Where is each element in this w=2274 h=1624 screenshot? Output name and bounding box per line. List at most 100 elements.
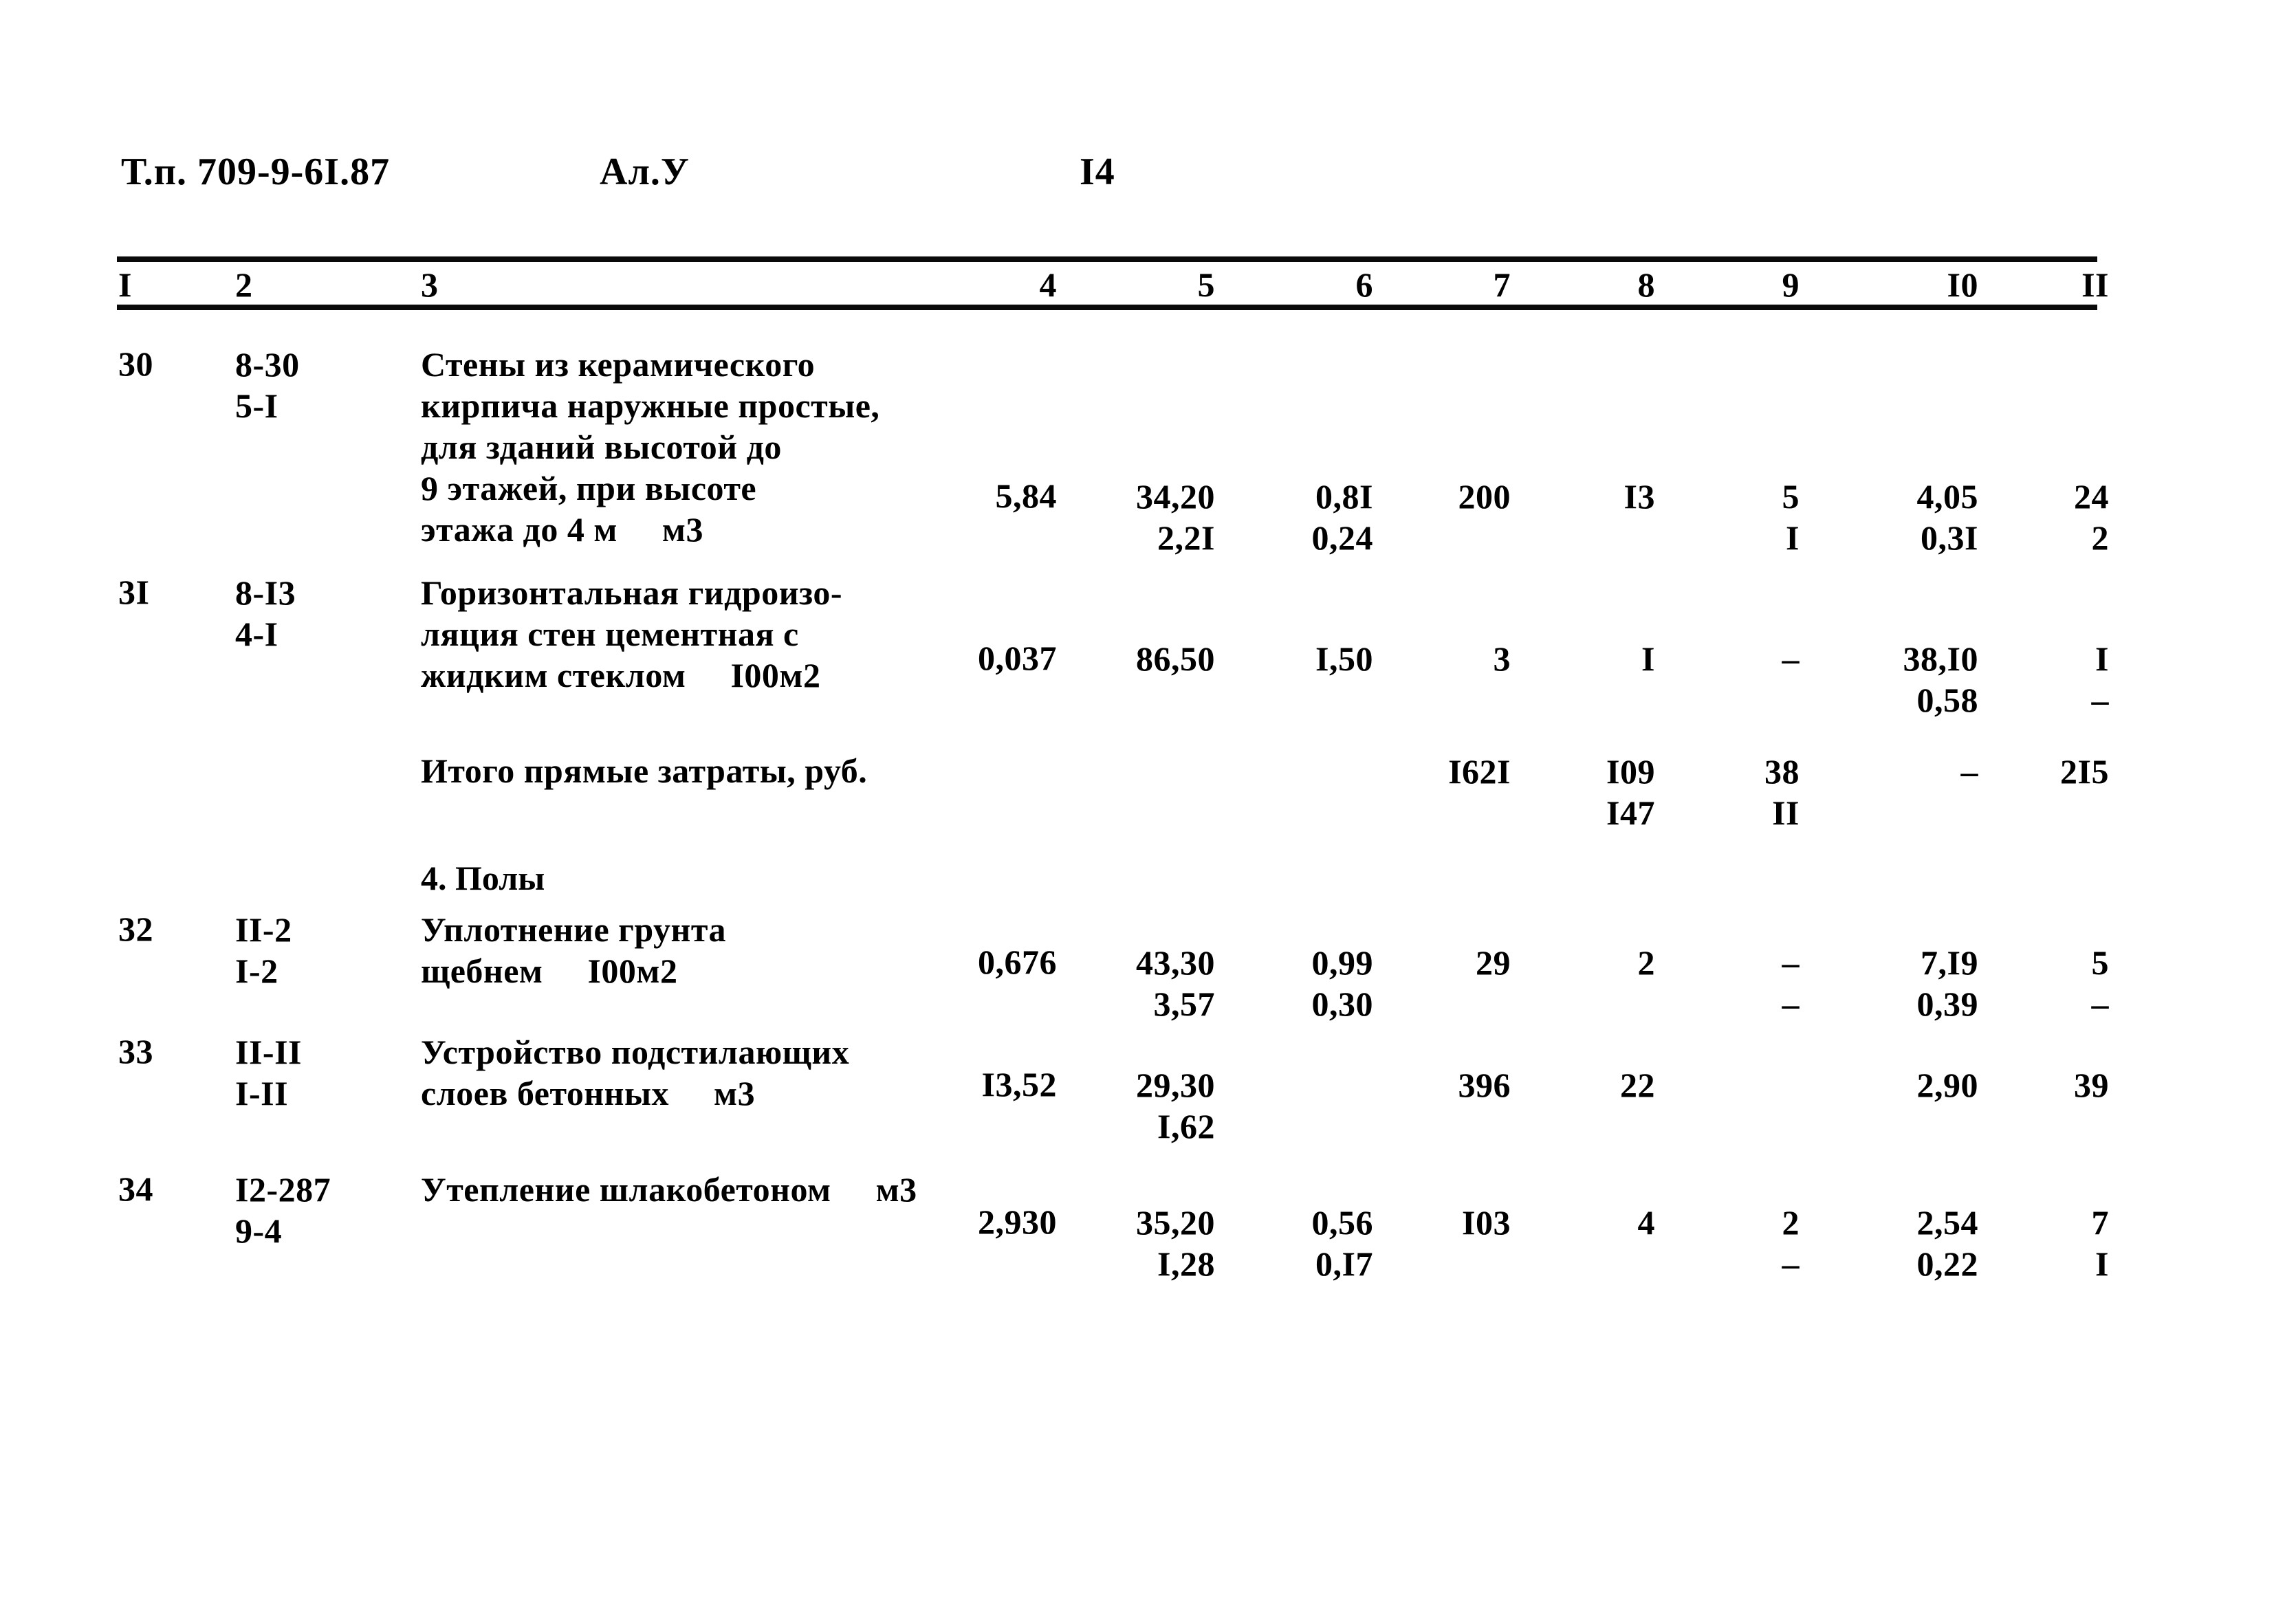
column-header-3: 3 bbox=[421, 265, 439, 304]
row-col7-value: 200 bbox=[1458, 476, 1511, 517]
row-col11-value: 39 bbox=[2074, 1064, 2109, 1106]
row-col5-value-secondary: 3,57 bbox=[1153, 985, 1215, 1023]
row-norm-code-top: II-II bbox=[235, 1033, 302, 1071]
row-col9-value-primary: – bbox=[1782, 639, 1800, 678]
row-col5-value-secondary: I,62 bbox=[1157, 1107, 1215, 1145]
row-col9-value: 5I bbox=[1782, 476, 1800, 558]
row-col9-value-primary: 5 bbox=[1782, 477, 1800, 516]
row-col6-value bbox=[1364, 1064, 1373, 1106]
row-col8-value: 22 bbox=[1620, 1064, 1655, 1106]
document-code: Т.п. 709-9-6I.87 bbox=[121, 151, 391, 193]
row-col9-value: – – bbox=[1782, 942, 1800, 1024]
row-col10-value-secondary: 0,39 bbox=[1916, 985, 1978, 1023]
row-col11-value-secondary: – bbox=[2091, 681, 2109, 719]
row-col10-value: 7,I9 0,39 bbox=[1917, 942, 1979, 1024]
row-col10-value: 38,I0 0,58 bbox=[1903, 638, 1978, 721]
row-col11-value-primary: 5 bbox=[2091, 943, 2109, 982]
row-col8-value-primary: I bbox=[1641, 639, 1655, 678]
row-col11-value-primary: I bbox=[2095, 639, 2109, 678]
column-header-9: 9 bbox=[1782, 265, 1800, 304]
row-norm-code-bottom: I-2 bbox=[235, 952, 278, 990]
row-description-line: для зданий высотой до bbox=[421, 428, 782, 466]
row-col5-value-primary: 34,20 bbox=[1136, 477, 1215, 516]
row-col8-value-primary: 22 bbox=[1620, 1066, 1655, 1104]
row-col9-value-secondary: II bbox=[1772, 793, 1800, 832]
row-col9-value-secondary: I bbox=[1786, 518, 1800, 557]
row-col10-value-secondary: 0,3I bbox=[1921, 518, 1978, 557]
column-header-10: I0 bbox=[1947, 265, 1978, 304]
row-col5-value-primary: 43,30 bbox=[1136, 943, 1215, 982]
row-unit: м3 bbox=[669, 1074, 756, 1112]
row-col7-value: 396 bbox=[1458, 1064, 1511, 1106]
row-norm-code-top: 8-30 bbox=[235, 345, 300, 384]
row-col10-value: 4,05 0,3I bbox=[1917, 476, 1979, 558]
row-col7-value: I62I bbox=[1448, 751, 1511, 792]
row-col7-value-primary: I62I bbox=[1448, 752, 1511, 791]
row-col5-value: 29,30 I,62 bbox=[1136, 1064, 1215, 1147]
row-quantity: I3,52 bbox=[981, 1065, 1057, 1104]
row-col6-value-secondary: 0,24 bbox=[1311, 518, 1373, 557]
row-description: Уплотнение грунта щебнем I00м2 bbox=[421, 909, 726, 991]
table-top-rule bbox=[117, 256, 2097, 262]
row-col11-value: 24 2 bbox=[2074, 476, 2109, 558]
row-item-number: 32 bbox=[118, 910, 153, 948]
row-col7-value-primary: 200 bbox=[1458, 477, 1511, 516]
section-title: 4. Полы bbox=[421, 859, 545, 897]
row-col10-value-primary: – bbox=[1960, 752, 1978, 791]
row-col7-value-primary: I03 bbox=[1462, 1203, 1511, 1242]
row-col11-value: 5– bbox=[2092, 942, 2110, 1024]
row-col6-value-primary bbox=[1364, 751, 1373, 792]
row-col8-value: 2 bbox=[1638, 942, 1656, 983]
row-col9-value-primary bbox=[1791, 1064, 1800, 1106]
row-col10-value-primary: 2,54 bbox=[1916, 1203, 1978, 1242]
document-header: Т.п. 709-9-6I.87 Ал.У I4 bbox=[0, 150, 2274, 198]
row-quantity: 0,037 bbox=[978, 639, 1057, 677]
row-quantity: 2,930 bbox=[978, 1203, 1057, 1241]
column-header-11: II bbox=[2081, 265, 2109, 304]
column-header-6: 6 bbox=[1355, 265, 1373, 304]
row-col9-value: – bbox=[1782, 638, 1800, 679]
row-description: Горизонтальная гидроизо-ляция стен цемен… bbox=[421, 572, 842, 696]
row-col5-value-secondary: 2,2I bbox=[1157, 518, 1215, 557]
document-page: Т.п. 709-9-6I.87 Ал.У I4 I 2 3 4 5 6 7 8… bbox=[0, 0, 2274, 1624]
row-col6-value-primary: 0,8I bbox=[1315, 477, 1373, 516]
row-col6-value-secondary: 0,I7 bbox=[1315, 1244, 1373, 1283]
row-col11-value: 2I5 bbox=[2060, 751, 2109, 792]
row-col7-value: 3 bbox=[1494, 638, 1511, 679]
row-col8-value: I bbox=[1641, 638, 1655, 679]
row-col6-value-primary: I,50 bbox=[1315, 639, 1373, 678]
row-col7-value-primary: 29 bbox=[1476, 943, 1511, 982]
row-col8-value-primary: 4 bbox=[1637, 1203, 1655, 1242]
row-norm-code: 8-I3 4-I bbox=[235, 572, 296, 655]
row-col5-value-primary: 35,20 bbox=[1136, 1203, 1215, 1242]
row-description-line: кирпича наружные простые, bbox=[421, 386, 880, 425]
row-col9-value-primary: 38 bbox=[1764, 752, 1800, 791]
row-col11-value: 7I bbox=[2092, 1202, 2110, 1284]
row-col5-value bbox=[1206, 751, 1215, 792]
row-description: Устройство подстилающих слоев бетонных м3 bbox=[421, 1031, 849, 1114]
row-col11-value-primary: 24 bbox=[2074, 477, 2109, 516]
row-col6-value: I,50 bbox=[1315, 638, 1373, 679]
row-col7-value: 29 bbox=[1476, 942, 1511, 983]
row-norm-code: II-2 I-2 bbox=[235, 909, 292, 991]
row-col9-value-secondary: – bbox=[1782, 985, 1800, 1023]
row-norm-code-top: 8-I3 bbox=[235, 573, 296, 612]
row-col10-value-primary: 4,05 bbox=[1916, 477, 1978, 516]
row-description-line: Уплотнение грунта bbox=[421, 910, 726, 949]
column-header-2: 2 bbox=[235, 265, 253, 304]
row-unit: I00м2 bbox=[686, 656, 821, 694]
row-item-number: 34 bbox=[118, 1170, 153, 1208]
row-col9-value-secondary: – bbox=[1782, 1244, 1800, 1283]
row-col8-value: 4 bbox=[1638, 1202, 1656, 1243]
row-col5-value-primary: 29,30 bbox=[1136, 1066, 1215, 1104]
row-col7-value: I03 bbox=[1462, 1202, 1511, 1243]
row-item-number: 30 bbox=[118, 344, 153, 383]
row-col6-value-primary bbox=[1364, 1064, 1373, 1106]
row-col8-value: I3 bbox=[1624, 476, 1655, 517]
row-description-line: Горизонтальная гидроизо- bbox=[421, 573, 842, 612]
total-label: Итого прямые затраты, руб. bbox=[421, 751, 868, 790]
row-unit: м3 bbox=[831, 1170, 917, 1209]
row-description: Утепление шлакобетоном м3 bbox=[421, 1169, 917, 1210]
column-header-5: 5 bbox=[1197, 265, 1215, 304]
column-header-4: 4 bbox=[1039, 265, 1057, 304]
